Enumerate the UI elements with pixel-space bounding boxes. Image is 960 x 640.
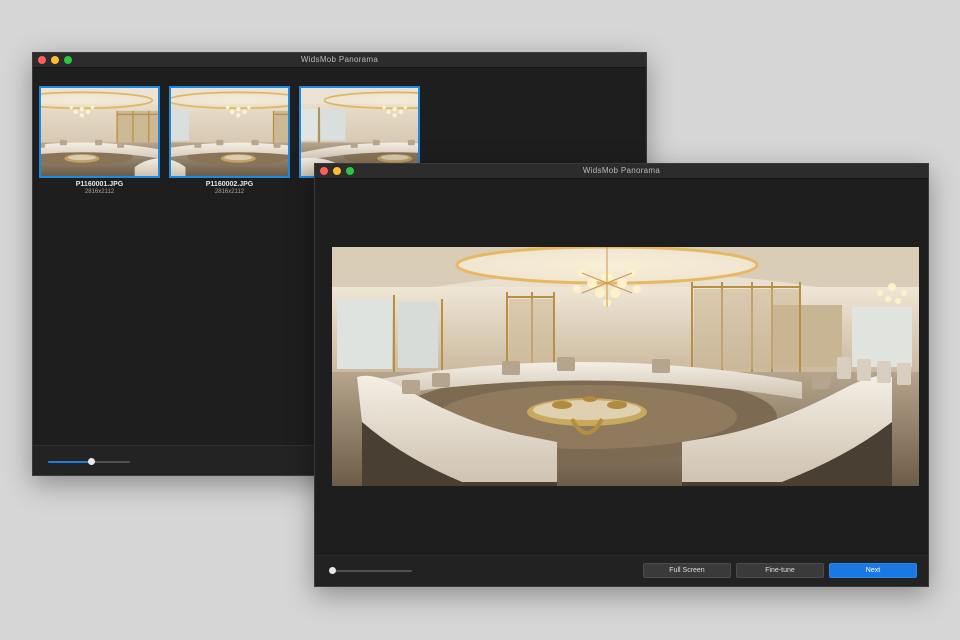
thumbnail-filename: P1160002.JPG (205, 181, 254, 188)
full-screen-button[interactable]: Full Screen (643, 563, 731, 578)
window-title: WidsMob Panorama (300, 55, 379, 64)
zoom-slider[interactable] (329, 567, 412, 574)
fine-tune-button[interactable]: Fine-tune (736, 563, 824, 578)
thumbnail-dimensions: 2816x2112 (214, 189, 245, 195)
thumbnail-image[interactable] (39, 86, 160, 178)
thumbnail-image[interactable] (169, 86, 290, 178)
thumbnail-filename: P1160001.JPG (75, 181, 124, 188)
title-bar[interactable]: WidsMob Panorama (315, 164, 928, 179)
slider-knob[interactable] (329, 567, 336, 574)
thumbnail-item[interactable]: P1160002.JPG 2816x2112 (169, 86, 290, 195)
thumbnail-size-slider[interactable] (48, 458, 130, 465)
thumbnail-item[interactable]: P1160001.JPG 2816x2112 (39, 86, 160, 195)
next-button[interactable]: Next (829, 563, 917, 578)
title-bar[interactable]: WidsMob Panorama (33, 53, 646, 68)
window-title: WidsMob Panorama (582, 166, 661, 175)
slider-fill (48, 461, 91, 463)
slider-knob[interactable] (87, 458, 95, 465)
panorama-window-front: WidsMob Panorama Full Screen Fine-tune N… (314, 163, 929, 587)
thumbnail-dimensions: 2816x2112 (84, 189, 115, 195)
panorama-preview (332, 247, 919, 486)
